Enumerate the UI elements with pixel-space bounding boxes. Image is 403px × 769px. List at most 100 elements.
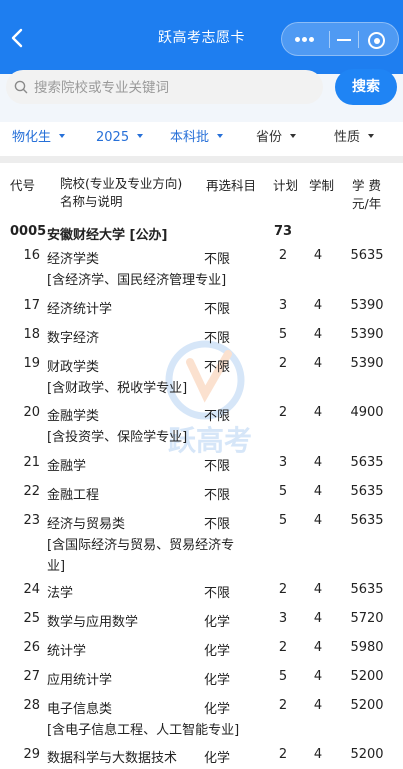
row-name: 电子信息类: [47, 702, 113, 717]
row-plan: 2: [278, 698, 288, 713]
col-length: 学制: [309, 178, 335, 193]
caret-down-icon: [59, 133, 66, 138]
row-length: 4: [313, 327, 323, 342]
row-name: 经济与贸易类: [47, 517, 126, 532]
col-plan: 计划: [273, 178, 299, 193]
table-header: 代号 院校(专业及专业方向) 名称与说明 再选科目 计划 学制 学 费 元/年: [0, 163, 403, 211]
row-subject: 不限: [204, 517, 231, 532]
row-length: 4: [313, 405, 323, 420]
row-length: 4: [313, 248, 323, 263]
col-name-line2: 名称与说明: [60, 194, 123, 209]
row-plan: 3: [278, 611, 288, 626]
caret-down-icon: [217, 133, 224, 138]
row-fee: 5980: [350, 640, 384, 655]
capsule-divider: [358, 31, 359, 48]
filter-bar: 物化生 2025 本科批 省份 性质: [0, 122, 403, 156]
filter-label: 省份: [256, 130, 283, 145]
row-plan: 3: [278, 298, 288, 313]
row-subject: 不限: [204, 459, 231, 474]
row-length: 4: [313, 356, 323, 371]
caret-down-icon: [368, 133, 375, 138]
row-subject: 化学: [204, 673, 231, 688]
close-target-icon[interactable]: [368, 32, 385, 49]
row-name: 经济学类: [47, 252, 100, 267]
row-subject: 不限: [204, 252, 231, 267]
row-note: [含经济学、国民经济管理专业]: [47, 273, 227, 288]
row-subject: 不限: [204, 302, 231, 317]
row-subject: 不限: [204, 331, 231, 346]
row-plan: 5: [278, 327, 288, 342]
caret-down-icon: [290, 133, 297, 138]
row-code: 25: [23, 611, 40, 626]
row-code: 28: [23, 698, 40, 713]
school-name: 安徽财经大学 [公办]: [47, 228, 168, 243]
row-length: 4: [313, 669, 323, 684]
filter-year[interactable]: 2025: [96, 122, 144, 156]
col-subject: 再选科目: [206, 178, 257, 193]
search-button[interactable]: 搜索: [335, 69, 397, 105]
caret-down-icon: [137, 133, 144, 138]
row-code: 18: [23, 327, 40, 342]
filter-batch[interactable]: 本科批: [170, 122, 224, 156]
row-code: 23: [23, 513, 40, 528]
row-name: 数据科学与大数据技术: [47, 751, 178, 766]
filter-subject-combo[interactable]: 物化生: [12, 122, 66, 156]
row-fee: 5200: [350, 747, 384, 762]
row-code: 22: [23, 484, 40, 499]
filter-nature[interactable]: 性质: [334, 122, 375, 156]
row-fee: 5200: [350, 698, 384, 713]
row-name: 经济统计学: [47, 302, 113, 317]
row-fee: 5200: [350, 669, 384, 684]
row-name: 数学与应用数学: [47, 615, 139, 630]
row-length: 4: [313, 298, 323, 313]
row-plan: 2: [278, 405, 288, 420]
row-note: [含电子信息工程、人工智能专业]: [47, 723, 240, 738]
row-name: 财政学类: [47, 360, 100, 375]
row-fee: 5635: [350, 484, 384, 499]
col-fee-line2: 元/年: [352, 196, 382, 211]
row-name: 金融学: [47, 459, 87, 474]
row-note: [含投资学、保险学专业]: [47, 430, 188, 445]
row-plan: 5: [278, 513, 288, 528]
row-fee: 5635: [350, 513, 384, 528]
row-plan: 3: [278, 455, 288, 470]
col-code: 代号: [10, 178, 36, 193]
row-length: 4: [313, 484, 323, 499]
row-code: 19: [23, 356, 40, 371]
row-subject: 化学: [204, 615, 231, 630]
divider: [0, 156, 403, 163]
row-fee: 5390: [350, 298, 384, 313]
row-plan: 2: [278, 248, 288, 263]
row-subject: 化学: [204, 644, 231, 659]
more-dots-icon[interactable]: [295, 37, 316, 43]
minimize-icon[interactable]: [337, 39, 351, 41]
row-note: [含财政学、税收学专业]: [47, 381, 188, 396]
row-name: 应用统计学: [47, 673, 113, 688]
school-plan: 73: [274, 224, 293, 239]
mini-program-capsule: [281, 22, 399, 56]
filter-label: 性质: [334, 130, 361, 145]
row-fee: 5390: [350, 327, 384, 342]
row-name: 金融学类: [47, 409, 100, 424]
row-length: 4: [313, 698, 323, 713]
filter-province[interactable]: 省份: [256, 122, 297, 156]
row-code: 26: [23, 640, 40, 655]
row-code: 29: [23, 747, 40, 762]
row-plan: 5: [278, 669, 288, 684]
capsule-divider: [329, 31, 330, 48]
row-fee: 5720: [350, 611, 384, 626]
app-header: 跃高考志愿卡: [0, 0, 403, 74]
row-length: 4: [313, 455, 323, 470]
row-code: 27: [23, 669, 40, 684]
search-input[interactable]: [34, 78, 304, 98]
row-name: 金融工程: [47, 488, 100, 503]
row-fee: 5635: [350, 455, 384, 470]
row-subject: 化学: [204, 751, 231, 766]
row-length: 4: [313, 611, 323, 626]
row-code: 24: [23, 582, 40, 597]
filter-label: 物化生: [12, 130, 52, 145]
row-plan: 5: [278, 484, 288, 499]
row-fee: 5635: [350, 582, 384, 597]
row-length: 4: [313, 640, 323, 655]
row-subject: 不限: [204, 586, 231, 601]
